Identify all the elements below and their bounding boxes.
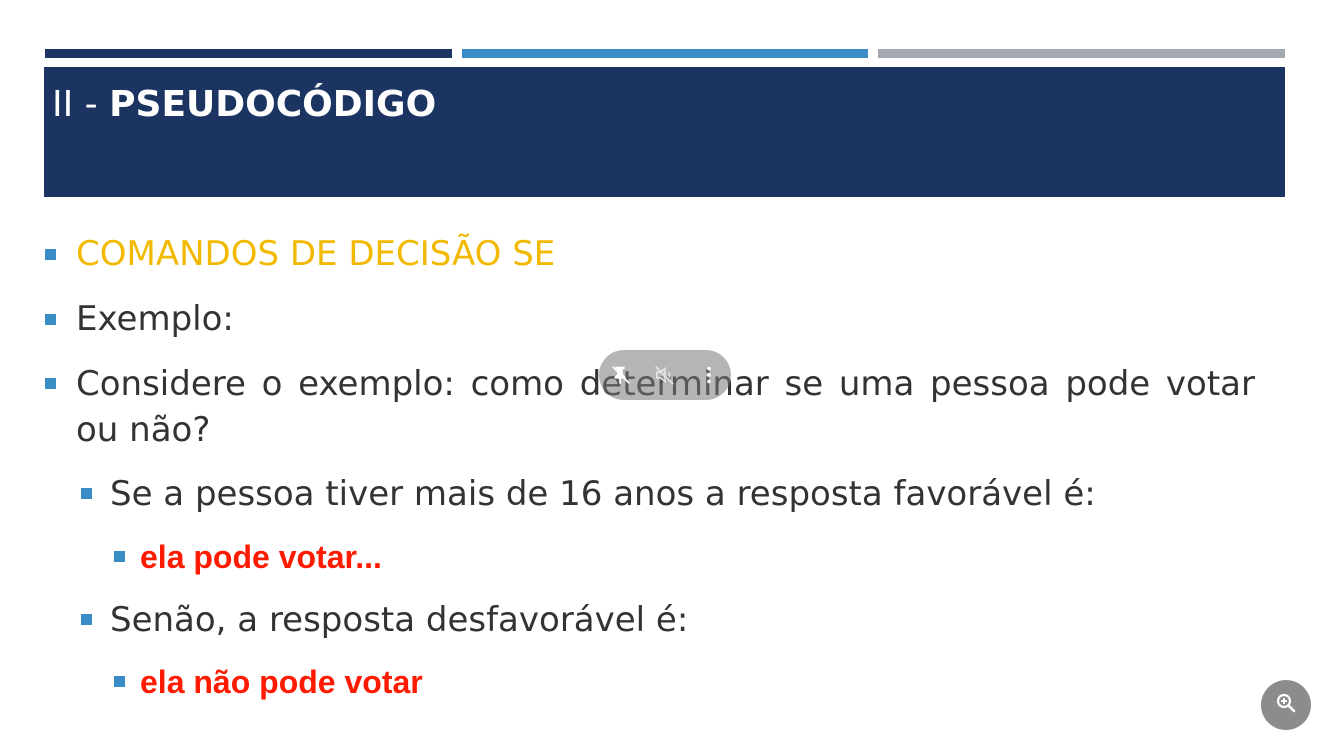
bullet-heading: COMANDOS DE DECISÃO SE [76, 234, 556, 274]
sub-bullet-marker [81, 614, 92, 625]
sub-sub-bullet-marker [114, 676, 125, 687]
pin-off-icon[interactable] [607, 361, 635, 389]
answer-can-vote: ela pode votar... [140, 539, 382, 575]
bullet-marker [45, 378, 56, 389]
bullet-marker [45, 314, 56, 325]
accent-bar-dark [45, 49, 452, 58]
bullet-marker [45, 249, 56, 260]
volume-mute-icon[interactable] [651, 361, 679, 389]
more-vert-icon[interactable] [695, 361, 723, 389]
slide-title-banner: II - PSEUDOCÓDIGO [44, 67, 1285, 197]
answer-cannot-vote: ela não pode votar [140, 664, 423, 700]
accent-bar-blue [462, 49, 868, 58]
zoom-button[interactable] [1261, 680, 1311, 730]
sub-bullet-marker [81, 488, 92, 499]
sub-bullet-favorable: Se a pessoa tiver mais de 16 anos a resp… [110, 474, 1096, 514]
slide-title-prefix: II - [52, 84, 110, 125]
zoom-in-icon [1274, 691, 1298, 719]
slide-title: II - PSEUDOCÓDIGO [52, 83, 436, 127]
sub-sub-bullet-marker [114, 551, 125, 562]
accent-bar-gray [878, 49, 1285, 58]
slide-title-main: PSEUDOCÓDIGO [109, 84, 437, 125]
bullet-example: Exemplo: [76, 299, 234, 339]
sub-bullet-unfavorable: Senão, a resposta desfavorável é: [110, 600, 689, 640]
video-controls-overlay [599, 350, 731, 400]
